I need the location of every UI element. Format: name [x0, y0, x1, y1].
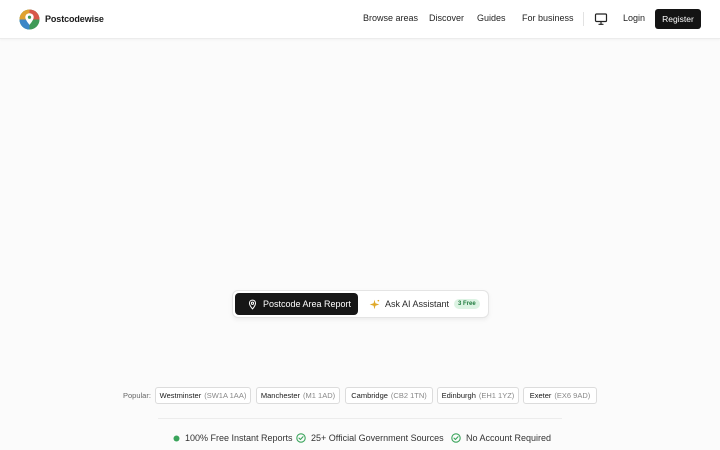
tab-label-report: Postcode Area Report: [263, 299, 352, 309]
check-circle-icon: [451, 433, 461, 443]
free-badge: 3 Free: [454, 299, 480, 309]
chip-name: Cambridge: [351, 391, 388, 400]
chip-code: (EX6 9AD): [554, 391, 591, 400]
popular-label: Popular:: [123, 391, 151, 400]
nav-for-business[interactable]: For business: [522, 13, 574, 23]
map-pin-icon: [248, 299, 257, 310]
green-dot-icon: [173, 435, 180, 441]
popular-searches: Popular: Westminster (SW1A 1AA) Manchest…: [0, 387, 720, 405]
feature-label: 25+ Official Government Sources: [311, 433, 444, 443]
main-nav: Browse areas Discover Guides For busines…: [0, 0, 720, 39]
nav-guides[interactable]: Guides: [477, 13, 506, 23]
feature-label: No Account Required: [466, 433, 552, 443]
chip-name: Manchester: [260, 391, 301, 400]
chip-name: Westminster: [159, 391, 202, 400]
popular-chip-exeter[interactable]: Exeter (EX6 9AD): [523, 387, 597, 404]
feature-no-account: No Account Required: [451, 433, 551, 443]
nav-browse-areas[interactable]: Browse areas: [363, 13, 418, 23]
site-header: Postcodewise Browse areas Discover Guide…: [0, 0, 720, 39]
chip-name: Exeter: [529, 391, 552, 400]
chip-code: (CB2 1TN): [390, 391, 427, 400]
popular-chip-westminster[interactable]: Westminster (SW1A 1AA): [155, 387, 251, 404]
chip-code: (EH1 1YZ): [478, 391, 515, 400]
chip-code: (M1 1AD): [303, 391, 336, 400]
mode-switch: Postcode Area Report Ask AI Assistant 3 …: [232, 290, 489, 318]
feature-highlights: 100% Free Instant Reports 25+ Official G…: [0, 433, 720, 447]
feature-government-sources: 25+ Official Government Sources: [296, 433, 444, 443]
check-circle-icon: [296, 433, 306, 443]
monitor-icon[interactable]: [594, 12, 608, 26]
tab-ask-ai-assistant[interactable]: Ask AI Assistant 3 Free: [367, 293, 487, 315]
sparkle-icon: [369, 299, 380, 309]
feature-label: 100% Free Instant Reports: [185, 433, 293, 443]
popular-chip-edinburgh[interactable]: Edinburgh (EH1 1YZ): [437, 387, 519, 404]
divider: [158, 418, 562, 419]
nav-discover[interactable]: Discover: [429, 13, 464, 23]
chip-code: (SW1A 1AA): [204, 391, 247, 400]
feature-free-reports: 100% Free Instant Reports: [173, 433, 293, 443]
chip-name: Edinburgh: [441, 391, 476, 400]
tab-label-ai: Ask AI Assistant: [385, 299, 450, 309]
popular-chip-cambridge[interactable]: Cambridge (CB2 1TN): [345, 387, 433, 404]
register-button[interactable]: Register: [655, 9, 701, 29]
popular-chip-manchester[interactable]: Manchester (M1 1AD): [256, 387, 340, 404]
nav-divider: [583, 12, 584, 26]
tab-postcode-area-report[interactable]: Postcode Area Report: [235, 293, 358, 315]
login-link[interactable]: Login: [623, 13, 645, 23]
